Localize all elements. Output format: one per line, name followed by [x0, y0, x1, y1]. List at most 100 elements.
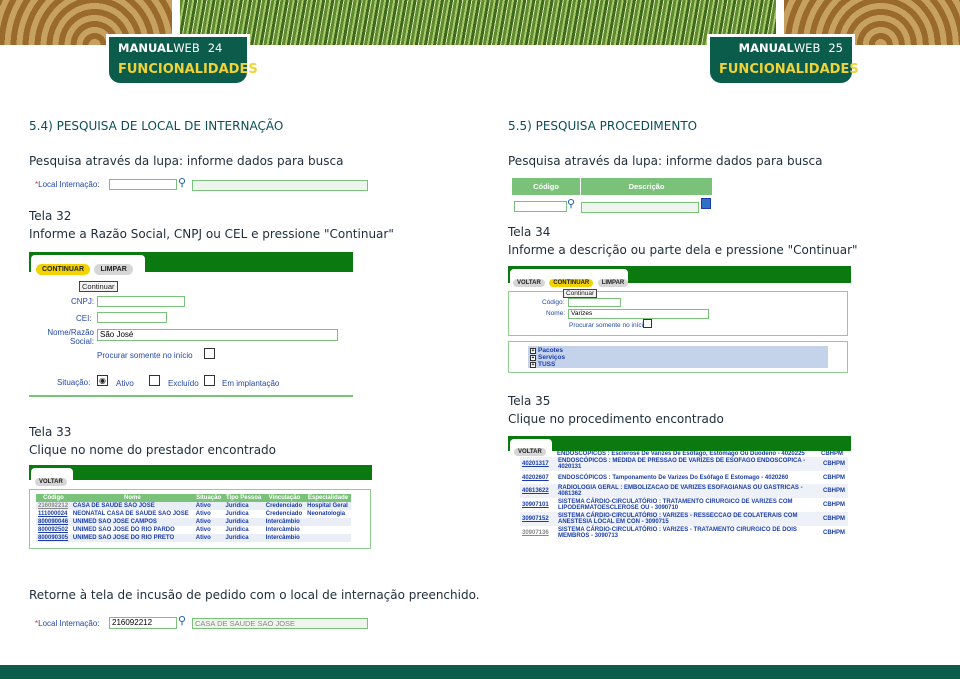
search-icon-final[interactable]: ⚲: [178, 614, 186, 627]
table-cell: [305, 534, 351, 542]
procedure-table-name: CBHPM: [823, 474, 845, 481]
voltar-button[interactable]: VOLTAR: [35, 478, 67, 486]
footer-bar: [0, 665, 960, 679]
column-header: Especialidade: [305, 494, 351, 502]
local-internacao-input-final[interactable]: 216092212: [109, 617, 177, 629]
codigo-link[interactable]: 800090046: [36, 518, 71, 526]
tree-item[interactable]: + Serviços: [530, 354, 826, 361]
search-icon-proc[interactable]: ⚲: [567, 197, 575, 210]
procedure-table-name: CBHPM: [823, 530, 845, 536]
procedure-table-name: CBHPM: [823, 502, 845, 508]
table-cell: UNIMED SAO JOSE DO RIO PARDO: [72, 527, 175, 533]
continuar-button-34[interactable]: CONTINUAR: [549, 279, 594, 287]
codigo-input[interactable]: [514, 201, 567, 212]
cnpj-label: CNPJ:: [71, 297, 95, 306]
tela34-description: Informe a descrição ou parte dela e pres…: [508, 243, 858, 257]
column-header: Vinculação: [263, 494, 306, 502]
procedure-code-link[interactable]: 30907152: [520, 512, 556, 526]
procedure-row[interactable]: 40202607 ENDOSCÓPICOS : Tamponamento De V…: [520, 471, 848, 484]
tree-item-label: Pacotes: [538, 347, 563, 354]
table-cell: Hospital Geral: [305, 502, 351, 510]
table-cell: [305, 526, 351, 534]
table-row[interactable]: 111000024 NEONATAL CASA DE SAUDE SAO JOSE…: [36, 510, 351, 518]
codigo-link[interactable]: 800090305: [36, 534, 71, 542]
excluido-label: Excluído: [168, 379, 199, 388]
cei-label: CEI:: [76, 314, 92, 323]
cei-input[interactable]: [97, 312, 167, 323]
codigo-link[interactable]: 216092212: [36, 502, 71, 510]
tela32-description: Informe a Razão Social, CNPJ ou CEL e pr…: [29, 227, 394, 241]
procedure-description: SISTEMA CÁRDIO-CIRCULATÓRIO : VARIZES - …: [556, 512, 821, 526]
procedure-code-link[interactable]: 30907101: [520, 498, 556, 512]
intro-text: Pesquisa através da lupa: informe dados …: [29, 154, 344, 168]
results-panel: Código Nome Situação Tipo Pessoa Vinculação E…: [29, 489, 371, 549]
table-row[interactable]: 216092212 CASA DE SAUDE SAO JOSE Ativo Jurí…: [36, 502, 351, 510]
procedure-row[interactable]: 30907101 SISTEMA CÁRDIO-CIRCULATÓRIO : TR…: [520, 498, 848, 512]
procurar-checkbox[interactable]: [204, 348, 215, 359]
nome-label: Nome/Razão Social:: [47, 328, 94, 346]
procedure-description: SISTEMA CÁRDIO-CIRCULATÓRIO : VARIZES - …: [558, 527, 797, 539]
procedure-code-link[interactable]: 40813622: [520, 484, 556, 498]
nome-input[interactable]: São José: [97, 329, 338, 341]
tree-item[interactable]: + TUSS: [530, 361, 826, 368]
excluido-radio[interactable]: [149, 375, 160, 386]
list-icon[interactable]: [701, 198, 711, 209]
tree-box: + Pacotes + Serviços + TUSS: [528, 346, 828, 368]
toolbar-tab-right: VOLTAR CONTINUAR LIMPAR: [510, 269, 629, 287]
table-cell: Ativo: [193, 518, 224, 526]
limpar-button-34[interactable]: LIMPAR: [597, 279, 629, 287]
procedure-row[interactable]: 30907152 SISTEMA CÁRDIO-CIRCULATÓRIO : VA…: [520, 512, 848, 526]
local-internacao-label-final: *Local Internação:: [35, 619, 100, 628]
table-cell: Ativo: [195, 511, 211, 517]
procedure-table-name: CBHPM: [821, 512, 848, 526]
tela32-label: Tela 32: [29, 209, 72, 223]
table-cell: UNIMED SAO JOSE DO RIO PRETO: [70, 534, 194, 542]
table-cell: Intercâmbio: [263, 534, 306, 542]
table-cell: Credenciado: [265, 511, 303, 517]
table-cell: Ativo: [195, 527, 211, 533]
cnpj-input[interactable]: [97, 296, 185, 307]
section-title-5-5: 5.5) PESQUISA PROCEDIMENTO: [508, 119, 698, 133]
procurar-label: Procurar somente no início: [97, 351, 193, 360]
continuar-tooltip: Continuar: [79, 281, 118, 292]
codigo-label: Código:: [542, 299, 565, 306]
column-header: Nome: [70, 494, 194, 502]
local-internacao-input[interactable]: [109, 179, 177, 190]
procedure-code-link[interactable]: 40202607: [520, 471, 556, 484]
results-tab: VOLTAR: [31, 468, 73, 486]
procedure-row[interactable]: 30907136 SISTEMA CÁRDIO-CIRCULATÓRIO : VA…: [520, 526, 848, 540]
codigo-link[interactable]: 800092502: [36, 526, 71, 534]
column-header: Situação: [193, 494, 224, 502]
procedure-table-name: CBHPM: [821, 484, 848, 498]
tela33-description: Clique no nome do prestador encontrado: [29, 443, 277, 457]
tela34-label: Tela 34: [508, 225, 551, 239]
col-descricao: Descrição: [581, 178, 712, 195]
local-internacao-label: *Local Internação:: [35, 180, 100, 189]
table-row[interactable]: 800090305 UNIMED SAO JOSE DO RIO PRETO Ati…: [36, 534, 351, 542]
procedure-row[interactable]: 40813622 RADIOLOGIA GERAL : EMBOLIZACAO D…: [520, 484, 848, 498]
procedure-code-link[interactable]: 30907136: [520, 526, 556, 540]
procedure-row[interactable]: 40201317 ENDOSCÓPICOS : MEDIDA DE PRESSAO…: [520, 457, 848, 471]
tree-item-label: TUSS: [538, 361, 556, 368]
ativo-label: Ativo: [116, 379, 134, 388]
prestador-table: Código Nome Situação Tipo Pessoa Vinculação E…: [36, 494, 351, 542]
table-cell: Ativo: [193, 502, 224, 510]
col-codigo: Código: [512, 178, 580, 195]
codigo-link[interactable]: 111000024: [36, 510, 71, 518]
search-icon[interactable]: ⚲: [178, 176, 186, 189]
procurar-checkbox-34[interactable]: [643, 319, 652, 328]
expand-icon[interactable]: +: [530, 362, 536, 368]
table-row[interactable]: 800090046 UNIMED SAO JOSE CAMPOS Ativo Jurí…: [36, 518, 351, 526]
tree-item[interactable]: + Pacotes: [530, 347, 826, 354]
proc-search-header: Código Descrição: [512, 178, 712, 195]
nome-input-34[interactable]: Varizes: [568, 309, 709, 319]
table-cell: Jurídica: [223, 518, 264, 526]
table-cell: Jurídica: [223, 534, 264, 542]
table-row[interactable]: 800092502 UNIMED SAO JOSE DO RIO PARDO Ati…: [36, 526, 351, 534]
implantacao-radio[interactable]: [204, 375, 215, 386]
procedure-code-link[interactable]: 40201317: [520, 457, 556, 471]
ativo-radio[interactable]: ◉: [97, 375, 108, 386]
codigo-input-34[interactable]: [568, 298, 621, 307]
table-cell: Jurídica: [223, 502, 264, 510]
voltar-button-34[interactable]: VOLTAR: [513, 279, 545, 287]
